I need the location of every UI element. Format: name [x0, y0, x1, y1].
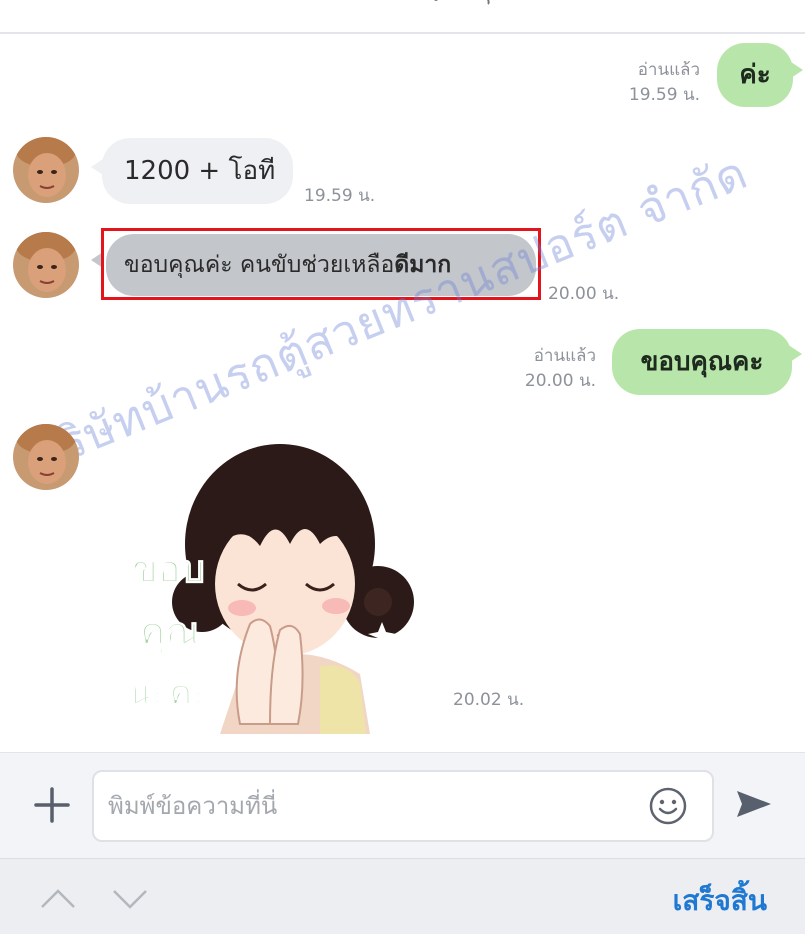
chevron-up-icon[interactable] — [38, 883, 78, 913]
thank-you-sticker[interactable]: ขอบ คุณ นะคะ — [120, 434, 430, 734]
message-input-bar — [0, 752, 805, 858]
incoming-message-bubble[interactable]: 1200 + โอที — [102, 138, 293, 204]
sticker-text: คุณ — [140, 609, 201, 655]
outgoing-message-bubble[interactable]: ขอบคุณคะ — [612, 329, 792, 395]
top-header-edge — [0, 0, 805, 34]
smiley-icon[interactable] — [648, 786, 688, 826]
read-status: อ่านแล้ว — [637, 60, 700, 80]
read-status: อ่านแล้ว — [533, 346, 596, 366]
message-time: 20.02 น. — [453, 690, 525, 710]
message-input-container[interactable] — [92, 770, 714, 842]
message-input[interactable] — [108, 786, 628, 826]
sticker-girl-praying-illustration: ขอบ คุณ นะคะ — [128, 444, 414, 734]
sticker-text: ขอบ — [132, 547, 205, 591]
message-text: ค่ะ — [739, 60, 771, 90]
sender-avatar[interactable] — [13, 424, 79, 490]
bottom-toolbar: เสร็จสิ้น — [0, 858, 805, 934]
plus-icon[interactable] — [30, 783, 74, 827]
chat-area[interactable]: อ่านแล้ว 19.59 น. ค่ะ 1200 + โอที 19.59 … — [0, 34, 805, 752]
message-time: 19.59 น. — [304, 186, 376, 206]
chevron-down-icon[interactable] — [110, 883, 150, 913]
message-text: ขอบคุณคะ — [640, 347, 764, 377]
sender-avatar[interactable] — [13, 137, 79, 203]
message-time: 20.00 น. — [524, 371, 596, 391]
outgoing-message-bubble[interactable]: ค่ะ — [717, 43, 793, 107]
bubble-tail — [790, 346, 802, 362]
message-time: 19.59 น. — [628, 85, 700, 105]
bubble-tail — [791, 62, 803, 78]
message-meta: อ่านแล้ว 20.00 น. — [456, 344, 596, 394]
send-arrow-icon[interactable] — [733, 783, 775, 825]
header-glyph-fragment — [434, 0, 490, 5]
sender-avatar[interactable] — [13, 232, 79, 298]
sticker-text: นะคะ — [128, 673, 211, 713]
message-text: 1200 + โอที — [124, 156, 276, 186]
done-button[interactable]: เสร็จสิ้น — [673, 879, 767, 923]
message-meta: อ่านแล้ว 19.59 น. — [560, 58, 700, 108]
